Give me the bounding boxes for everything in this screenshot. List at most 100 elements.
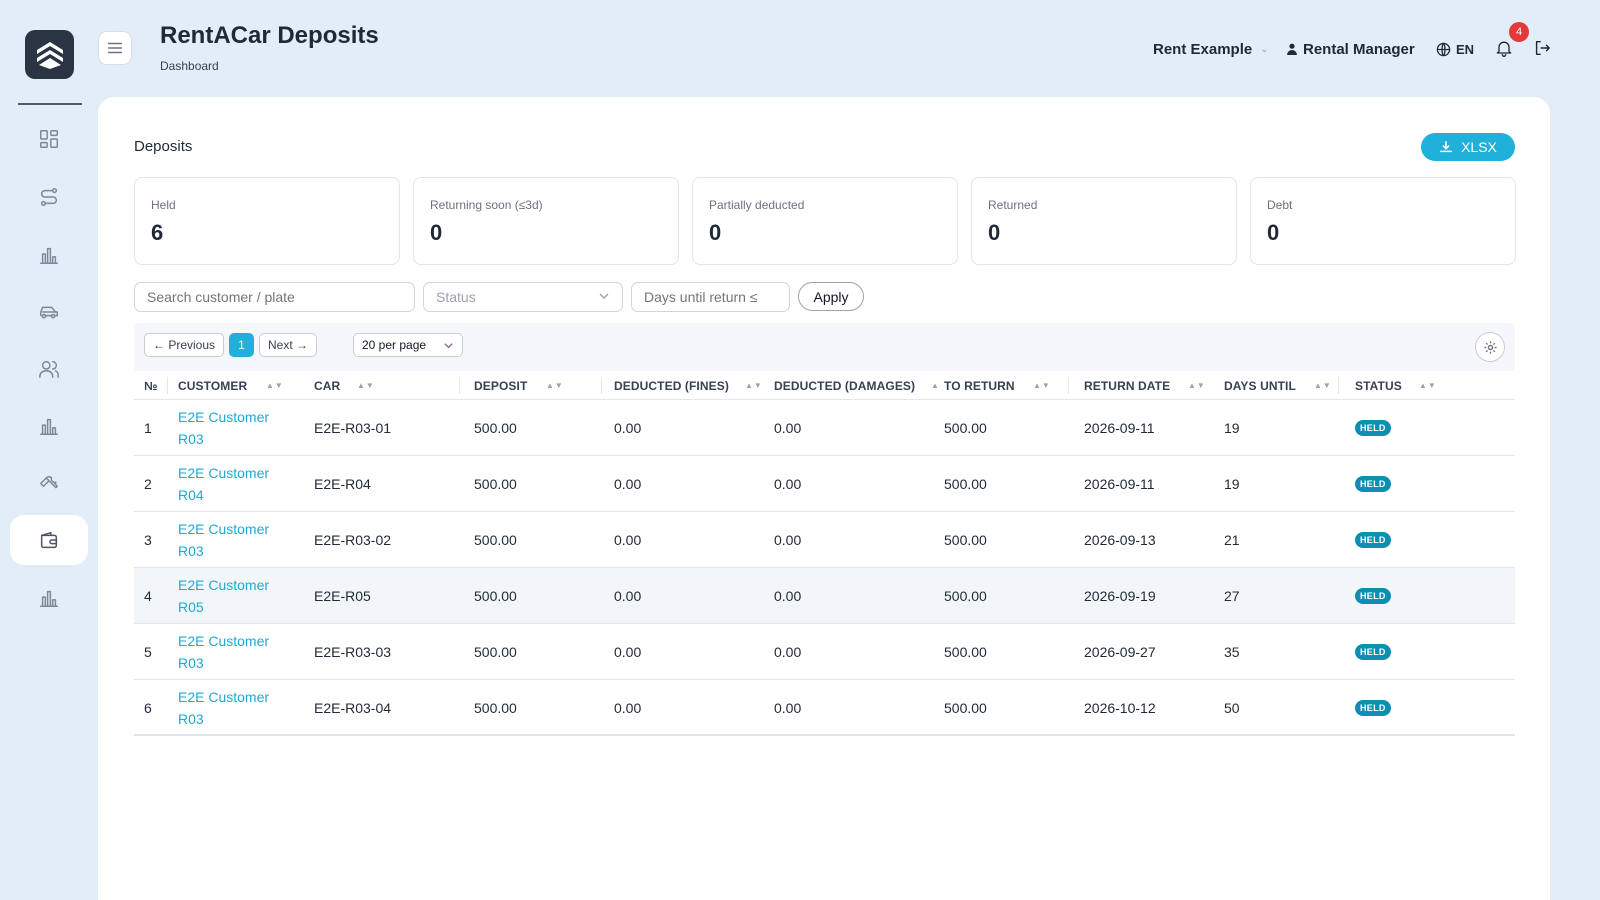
wallet-icon (40, 531, 58, 549)
apply-button[interactable]: Apply (798, 282, 864, 311)
search-input[interactable] (134, 282, 415, 312)
cell-to-return: 500.00 (944, 476, 987, 492)
column-label: TO RETURN (944, 378, 1015, 393)
sidebar-item-analytics[interactable] (10, 401, 88, 451)
table-row[interactable]: 6 E2E Customer R03 E2E-R03-04 500.00 0.00… (134, 680, 1515, 736)
sort-icon[interactable]: ▲▼ (745, 381, 763, 390)
company-selector[interactable]: Rent Example ⌄ (1153, 38, 1269, 60)
bell-icon (1496, 41, 1512, 57)
stat-card-returning-soon: Returning soon (≤3d) 0 (413, 177, 679, 265)
per-page-select[interactable]: 20 per page (353, 333, 463, 357)
sidebar-item-statistics[interactable] (10, 573, 88, 623)
cell-deducted-damages: 0.00 (774, 700, 802, 716)
table-row[interactable]: 4 E2E Customer R05 E2E-R05 500.00 0.00 0.… (134, 568, 1515, 624)
logo-chevrons-icon (36, 41, 63, 69)
cell-deducted-fines: 0.00 (614, 476, 642, 492)
column-header-car[interactable]: CAR ▲▼ (314, 371, 454, 400)
column-header-days-until[interactable]: DAYS UNTIL ▲▼ (1224, 371, 1344, 400)
table-row[interactable]: 2 E2E Customer R04 E2E-R04 500.00 0.00 0.… (134, 456, 1515, 512)
column-header-return-date[interactable]: RETURN DATE ▲▼ (1084, 371, 1214, 400)
cell-deducted-damages: 0.00 (774, 644, 802, 660)
cell-car: E2E-R03-01 (314, 420, 392, 436)
sort-icon[interactable]: ▲▼ (266, 381, 284, 390)
status-select[interactable]: Status (423, 282, 623, 312)
sidebar-item-deposits[interactable] (10, 515, 88, 565)
stat-value: 0 (430, 220, 443, 245)
sort-icon[interactable]: ▲▼ (1188, 381, 1206, 390)
customer-link[interactable]: E2E Customer R04 (178, 456, 288, 512)
sidebar-item-dashboard[interactable] (10, 114, 88, 164)
notifications-button[interactable] (1494, 38, 1516, 60)
breadcrumb[interactable]: Dashboard (160, 59, 219, 73)
current-page-button[interactable]: 1 (229, 333, 254, 357)
column-label: RETURN DATE (1084, 378, 1171, 393)
customer-name: E2E Customer (178, 521, 270, 537)
column-header-to-return[interactable]: TO RETURN ▲▼ (944, 371, 1064, 400)
logout-icon (1535, 40, 1550, 56)
cell-deposit: 500.00 (474, 644, 517, 660)
column-label: DAYS UNTIL (1224, 378, 1296, 393)
section-title: Deposits (134, 138, 193, 155)
table-row[interactable]: 3 E2E Customer R03 E2E-R03-02 500.00 0.00… (134, 512, 1515, 568)
cell-car: E2E-R03-04 (314, 700, 392, 716)
cell-days-until: 27 (1224, 588, 1240, 604)
cell-return-date: 2026-10-12 (1084, 700, 1156, 716)
sort-icon[interactable]: ▲▼ (1033, 381, 1051, 390)
next-page-button[interactable]: Next → (259, 333, 317, 357)
cell-to-return: 500.00 (944, 420, 987, 436)
column-header-customer[interactable]: CUSTOMER ▲▼ (178, 371, 298, 400)
sidebar-item-cars[interactable] (10, 287, 88, 337)
sidebar-item-routes[interactable] (10, 172, 88, 222)
customer-link[interactable]: E2E Customer R03 (178, 680, 288, 736)
column-header-status[interactable]: STATUS ▲▼ (1355, 371, 1475, 400)
status-badge: HELD (1355, 588, 1391, 604)
cell-deposit: 500.00 (474, 420, 517, 436)
status-badge: HELD (1355, 476, 1391, 492)
stat-value: 0 (988, 220, 1001, 245)
cell-number: 2 (144, 476, 152, 492)
export-xlsx-button[interactable]: XLSX (1421, 133, 1515, 161)
app-logo[interactable] (25, 30, 74, 79)
customer-link[interactable]: E2E Customer R03 (178, 624, 288, 680)
column-header-number: № (144, 378, 158, 393)
days-until-return-input[interactable] (631, 282, 790, 312)
stat-label: Returned (988, 198, 1038, 212)
cell-deducted-fines: 0.00 (614, 420, 642, 436)
cell-number: 1 (144, 420, 152, 436)
column-header-deducted-damages[interactable]: DEDUCTED (DAMAGES) ▲ (774, 371, 944, 400)
sidebar-item-reports[interactable] (10, 230, 88, 280)
per-page-value: 20 per page (362, 338, 427, 352)
customer-code: R03 (178, 711, 204, 727)
sort-icon[interactable]: ▲▼ (1314, 381, 1332, 390)
stat-value: 6 (151, 220, 164, 245)
sidebar-item-maintenance[interactable] (10, 458, 88, 508)
sort-icon[interactable]: ▲▼ (357, 381, 375, 390)
table-row[interactable]: 5 E2E Customer R03 E2E-R03-03 500.00 0.00… (134, 624, 1515, 680)
previous-page-button[interactable]: ← Previous (144, 333, 224, 357)
customer-name: E2E Customer (178, 633, 270, 649)
cell-deposit: 500.00 (474, 588, 517, 604)
menu-toggle-button[interactable] (98, 31, 132, 65)
cell-return-date: 2026-09-11 (1084, 420, 1155, 436)
cell-days-until: 19 (1224, 420, 1240, 436)
sort-icon[interactable]: ▲▼ (1419, 381, 1437, 390)
table-row[interactable]: 1 E2E Customer R03 E2E-R03-01 500.00 0.00… (134, 400, 1515, 456)
column-header-deposit[interactable]: DEPOSIT ▲▼ (474, 371, 594, 400)
logout-button[interactable] (1533, 39, 1553, 59)
stat-label: Debt (1267, 198, 1293, 212)
cell-deposit: 500.00 (474, 532, 517, 548)
column-header-deducted-fines[interactable]: DEDUCTED (FINES) ▲▼ (614, 371, 774, 400)
cell-car: E2E-R05 (314, 588, 371, 604)
customer-link[interactable]: E2E Customer R03 (178, 400, 288, 456)
sort-icon[interactable]: ▲ (931, 381, 940, 390)
customer-link[interactable]: E2E Customer R03 (178, 512, 288, 568)
sidebar-item-customers[interactable] (10, 344, 88, 394)
customer-link[interactable]: E2E Customer R05 (178, 568, 288, 624)
customer-code: R04 (178, 487, 204, 503)
table-settings-button[interactable] (1475, 332, 1505, 362)
user-menu[interactable]: Rental Manager (1286, 38, 1415, 60)
stat-label: Held (151, 198, 176, 212)
sort-icon[interactable]: ▲▼ (546, 381, 564, 390)
cell-deposit: 500.00 (474, 476, 517, 492)
language-selector[interactable]: EN (1436, 38, 1474, 60)
